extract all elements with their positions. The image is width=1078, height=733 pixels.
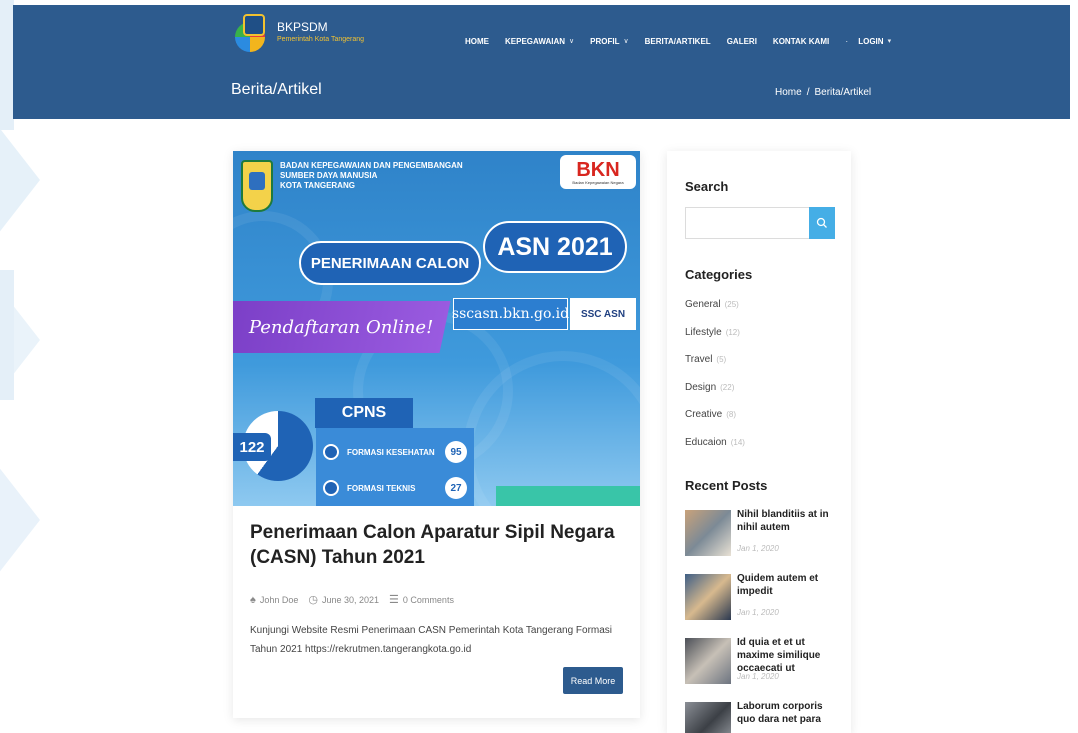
city-emblem-icon	[241, 160, 273, 212]
categories-heading: Categories	[685, 267, 753, 282]
breadcrumb-home[interactable]: Home	[775, 87, 802, 98]
search-form	[685, 207, 835, 239]
post-card: BADAN KEPEGAWAIAN DAN PENGEMBANGAN SUMBE…	[233, 151, 640, 718]
site-logo[interactable]: BKPSDM Pemerintah Kota Tangerang	[233, 12, 364, 52]
category-item[interactable]: Lifestyle (12)	[685, 327, 745, 355]
comment-icon: ☰	[389, 594, 399, 606]
search-icon	[816, 217, 827, 228]
recent-posts-heading: Recent Posts	[685, 478, 768, 493]
recent-post-date: Jan 1, 2020	[737, 544, 779, 553]
clock-icon: ◷	[308, 594, 318, 606]
categories-list: General (25) Lifestyle (12) Travel (5) Desi…	[685, 299, 745, 464]
post-excerpt: Kunjungi Website Resmi Penerimaan CASN P…	[250, 625, 613, 655]
category-item[interactable]: General (25)	[685, 299, 745, 327]
post-date[interactable]: ◷ June 30, 2021	[308, 593, 379, 606]
search-button[interactable]	[809, 207, 835, 239]
recent-post-thumbnail[interactable]	[685, 574, 731, 620]
category-item[interactable]: Design (22)	[685, 382, 745, 410]
post-author[interactable]: ♠ John Doe	[250, 594, 298, 606]
recent-post-thumbnail[interactable]	[685, 638, 731, 684]
gear-icon	[323, 480, 339, 496]
post-comments[interactable]: ☰ 0 Comments	[389, 593, 454, 606]
recent-post-item[interactable]: Quidem autem et impedit Jan 1, 2020	[685, 572, 845, 628]
recent-post-item[interactable]: Id quia et et ut maxime similique occaec…	[685, 636, 845, 692]
nav-divider: ·	[845, 36, 849, 46]
search-heading: Search	[685, 179, 729, 194]
recent-post-item[interactable]: Nihil blanditiis at in nihil autem Jan 1…	[685, 508, 845, 564]
recent-post-title[interactable]: Nihil blanditiis at in nihil autem	[737, 508, 843, 534]
breadcrumb-current: Berita/Artikel	[814, 87, 872, 98]
recent-post-date: Jan 1, 2020	[737, 672, 779, 681]
logo-emblem-icon	[233, 12, 273, 52]
sidebar: Search Categories General (25) Lifestyle(…	[667, 151, 851, 733]
chevron-down-icon: ∨	[623, 38, 629, 45]
site-name: BKPSDM	[277, 20, 328, 34]
recent-post-item[interactable]: Laborum corporis quo dara net para	[685, 700, 845, 733]
bkn-logo: BKN Badan Kepegawaian Negara	[560, 155, 636, 189]
nav-login[interactable]: LOGIN ▾	[858, 37, 891, 46]
nav-kepegawaian[interactable]: KEPEGAWAIAN ∨	[505, 37, 574, 46]
caret-down-icon: ▾	[887, 38, 892, 45]
recent-post-date: Jan 1, 2020	[737, 608, 779, 617]
recent-post-title[interactable]: Id quia et et ut maxime similique occaec…	[737, 636, 843, 675]
nav-berita-artikel[interactable]: BERITA/ARTIKEL	[645, 37, 711, 46]
main-nav: HOME KEPEGAWAIAN ∨ PROFIL ∨ BERITA/ARTIKEL…	[465, 36, 907, 46]
chevron-down-icon: ∨	[569, 38, 575, 45]
category-item[interactable]: Creative (8)	[685, 409, 745, 437]
nav-kontak-kami[interactable]: KONTAK KAMI	[773, 37, 829, 46]
banner-url: sscasn.bkn.go.id	[452, 298, 569, 330]
site-header: BKPSDM Pemerintah Kota Tangerang HOME KE…	[13, 5, 1070, 119]
ssc-asn-logo: SSC ASN	[570, 298, 636, 330]
recent-post-thumbnail[interactable]	[685, 510, 731, 556]
recent-post-thumbnail[interactable]	[685, 702, 731, 733]
banner-row-teknis: FORMASI TEKNIS 27	[323, 477, 467, 499]
banner-asn: ASN 2021	[483, 221, 627, 273]
read-more-button[interactable]: Read More	[563, 667, 623, 694]
recent-post-title[interactable]: Laborum corporis quo dara net para	[737, 700, 843, 726]
banner-total: 122	[233, 433, 271, 461]
page-title: Berita/Artikel	[231, 81, 322, 98]
nav-profil[interactable]: PROFIL ∨	[590, 37, 628, 46]
user-icon: ♠	[250, 593, 256, 606]
site-tagline: Pemerintah Kota Tangerang	[277, 36, 365, 43]
banner-org: BADAN KEPEGAWAIAN DAN PENGEMBANGAN SUMBE…	[280, 161, 463, 190]
health-icon	[323, 444, 339, 460]
banner-row-kesehatan: FORMASI KESEHATAN 95	[323, 441, 467, 463]
post-title[interactable]: Penerimaan Calon Aparatur Sipil Negara (…	[250, 520, 625, 570]
nav-galeri[interactable]: GALERI	[727, 37, 757, 46]
breadcrumb-separator: /	[806, 87, 810, 98]
post-banner-image[interactable]: BADAN KEPEGAWAIAN DAN PENGEMBANGAN SUMBE…	[233, 151, 640, 506]
recent-post-title[interactable]: Quidem autem et impedit	[737, 572, 843, 598]
category-item[interactable]: Travel (5)	[685, 354, 745, 382]
nav-home[interactable]: HOME	[465, 37, 489, 46]
search-input[interactable]	[685, 207, 809, 239]
banner-pendaftaran: Pendaftaran Online!	[233, 301, 451, 353]
category-item[interactable]: Educaion (14)	[685, 437, 745, 465]
breadcrumb: Home / Berita/Artikel	[775, 87, 876, 98]
post-meta: ♠ John Doe ◷ June 30, 2021 ☰ 0 Comments	[250, 593, 464, 607]
banner-cpns: CPNS	[315, 398, 413, 428]
banner-penerimaan: PENERIMAAN CALON	[299, 241, 481, 285]
